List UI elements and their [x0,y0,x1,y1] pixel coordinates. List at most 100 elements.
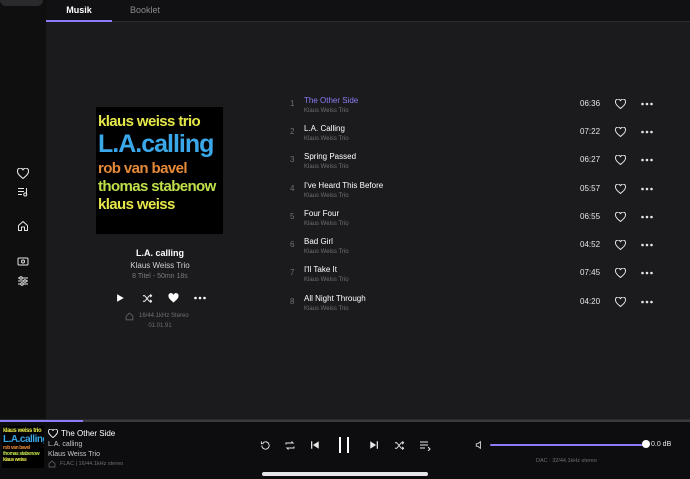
previous-icon[interactable] [308,436,322,454]
cover-line: thomas stabenow [98,178,216,195]
track-number: 5 [290,212,295,221]
track-number: 2 [290,127,295,136]
more-icon[interactable] [640,267,654,279]
more-icon[interactable] [640,296,654,308]
tab-musik[interactable]: Musik [46,0,112,22]
track-row[interactable]: 4 I've Heard This Before Klaus Weiss Tri… [286,180,666,204]
heart-icon[interactable] [14,164,32,182]
more-icon[interactable] [640,98,654,110]
more-icon[interactable] [640,211,654,223]
repeat-icon[interactable] [283,436,297,454]
heart-icon[interactable] [614,211,626,223]
more-icon[interactable] [640,126,654,138]
pause-icon[interactable] [336,436,352,454]
heart-icon[interactable] [614,296,626,308]
track-row[interactable]: 8 All Night Through Klaus Weiss Trio 04:… [286,293,666,317]
album-artist[interactable]: Klaus Weiss Trio [90,261,230,270]
track-number: 1 [290,99,295,108]
now-playing-artist[interactable]: Klaus Weiss Trio [48,451,100,458]
track-title[interactable]: I'll Take It [304,265,337,274]
more-icon[interactable] [640,183,654,195]
heart-icon[interactable] [48,428,58,438]
play-icon[interactable] [113,291,127,305]
volume-label: 0.0 dB [651,441,672,448]
more-icon[interactable] [640,154,654,166]
track-duration: 07:45 [580,268,601,277]
track-artist: Klaus Weiss Trio [304,277,349,283]
home-icon [125,312,134,320]
track-duration: 06:36 [580,99,601,108]
radio-icon[interactable] [14,252,32,270]
player-bar: klaus weiss trio L.A.calling rob van bav… [0,419,690,479]
track-title[interactable]: All Night Through [304,294,366,303]
track-duration: 06:27 [580,155,601,164]
cover-line: klaus weiss trio [98,113,201,130]
cover-line: rob van bavel [98,160,188,177]
equalizer-icon[interactable] [14,272,32,290]
heart-icon[interactable] [614,126,626,138]
volume-fill [490,444,643,446]
shuffle-icon[interactable] [392,436,406,454]
track-title[interactable]: I've Heard This Before [304,181,383,190]
track-number: 7 [290,268,295,277]
track-title[interactable]: L.A. Calling [304,124,345,133]
track-row[interactable]: 2 L.A. Calling Klaus Weiss Trio 07:22 [286,123,666,147]
search-button[interactable] [0,0,43,6]
track-artist: Klaus Weiss Trio [304,164,349,170]
home-icon [48,460,56,468]
heart-icon[interactable] [614,239,626,251]
track-row[interactable]: 5 Four Four Klaus Weiss Trio 06:55 [286,208,666,232]
track-duration: 05:57 [580,184,601,193]
album-quality: 16/44.1kHz Stereo [125,311,189,321]
track-number: 4 [290,184,295,193]
track-title[interactable]: The Other Side [304,96,358,105]
track-duration: 07:22 [580,127,601,136]
queue-icon[interactable] [417,436,433,454]
volume-icon[interactable] [474,439,486,451]
track-duration: 06:55 [580,212,601,221]
track-title[interactable]: Spring Passed [304,152,356,161]
album-date: 01.01.91 [148,323,172,329]
track-row[interactable]: 3 Spring Passed Klaus Weiss Trio 06:27 [286,151,666,175]
heart-filled-icon[interactable] [166,291,180,305]
music-list-icon[interactable] [14,183,32,201]
home-icon[interactable] [14,217,32,235]
track-row[interactable]: 6 Bad Girl Klaus Weiss Trio 04:52 [286,236,666,260]
now-playing-cover[interactable]: klaus weiss trio L.A.calling rob van bav… [2,426,44,468]
replay-icon[interactable] [258,436,272,454]
home-indicator[interactable] [262,472,428,476]
shuffle-icon[interactable] [140,291,154,305]
track-artist: Klaus Weiss Trio [304,221,349,227]
tab-booklet[interactable]: Booklet [112,0,178,22]
now-playing-quality: FLAC | 16/44.1kHz stereo [48,460,123,468]
more-icon[interactable] [193,291,207,305]
cover-line: klaus weiss [3,457,27,463]
heart-icon[interactable] [614,267,626,279]
track-row[interactable]: 7 I'll Take It Klaus Weiss Trio 07:45 [286,264,666,288]
now-playing-title: The Other Side [61,429,116,438]
track-artist: Klaus Weiss Trio [304,193,349,199]
heart-icon[interactable] [614,183,626,195]
track-duration: 04:52 [580,240,601,249]
album-quality-label: 16/44.1kHz Stereo [139,313,189,319]
album-title: L.A. calling [135,248,184,258]
dac-label: DAC : 32/44.1kHz stereo [536,458,597,464]
heart-icon[interactable] [614,98,626,110]
left-sidebar [0,0,46,419]
track-artist: Klaus Weiss Trio [304,249,349,255]
track-title[interactable]: Bad Girl [304,237,333,246]
playback-progress[interactable] [0,420,690,422]
tab-bar: Musik Booklet [46,0,690,22]
track-number: 6 [290,240,295,249]
volume-slider[interactable] [490,444,646,446]
heart-icon[interactable] [614,154,626,166]
more-icon[interactable] [640,239,654,251]
track-title[interactable]: Four Four [304,209,339,218]
volume-knob[interactable] [642,440,650,448]
next-icon[interactable] [367,436,381,454]
track-artist: Klaus Weiss Trio [304,108,349,114]
track-row[interactable]: 1 The Other Side Klaus Weiss Trio 06:36 [286,95,666,119]
cover-line: L.A.calling [3,434,44,445]
album-controls [110,291,210,305]
now-playing-album[interactable]: L.A. calling [48,441,82,448]
